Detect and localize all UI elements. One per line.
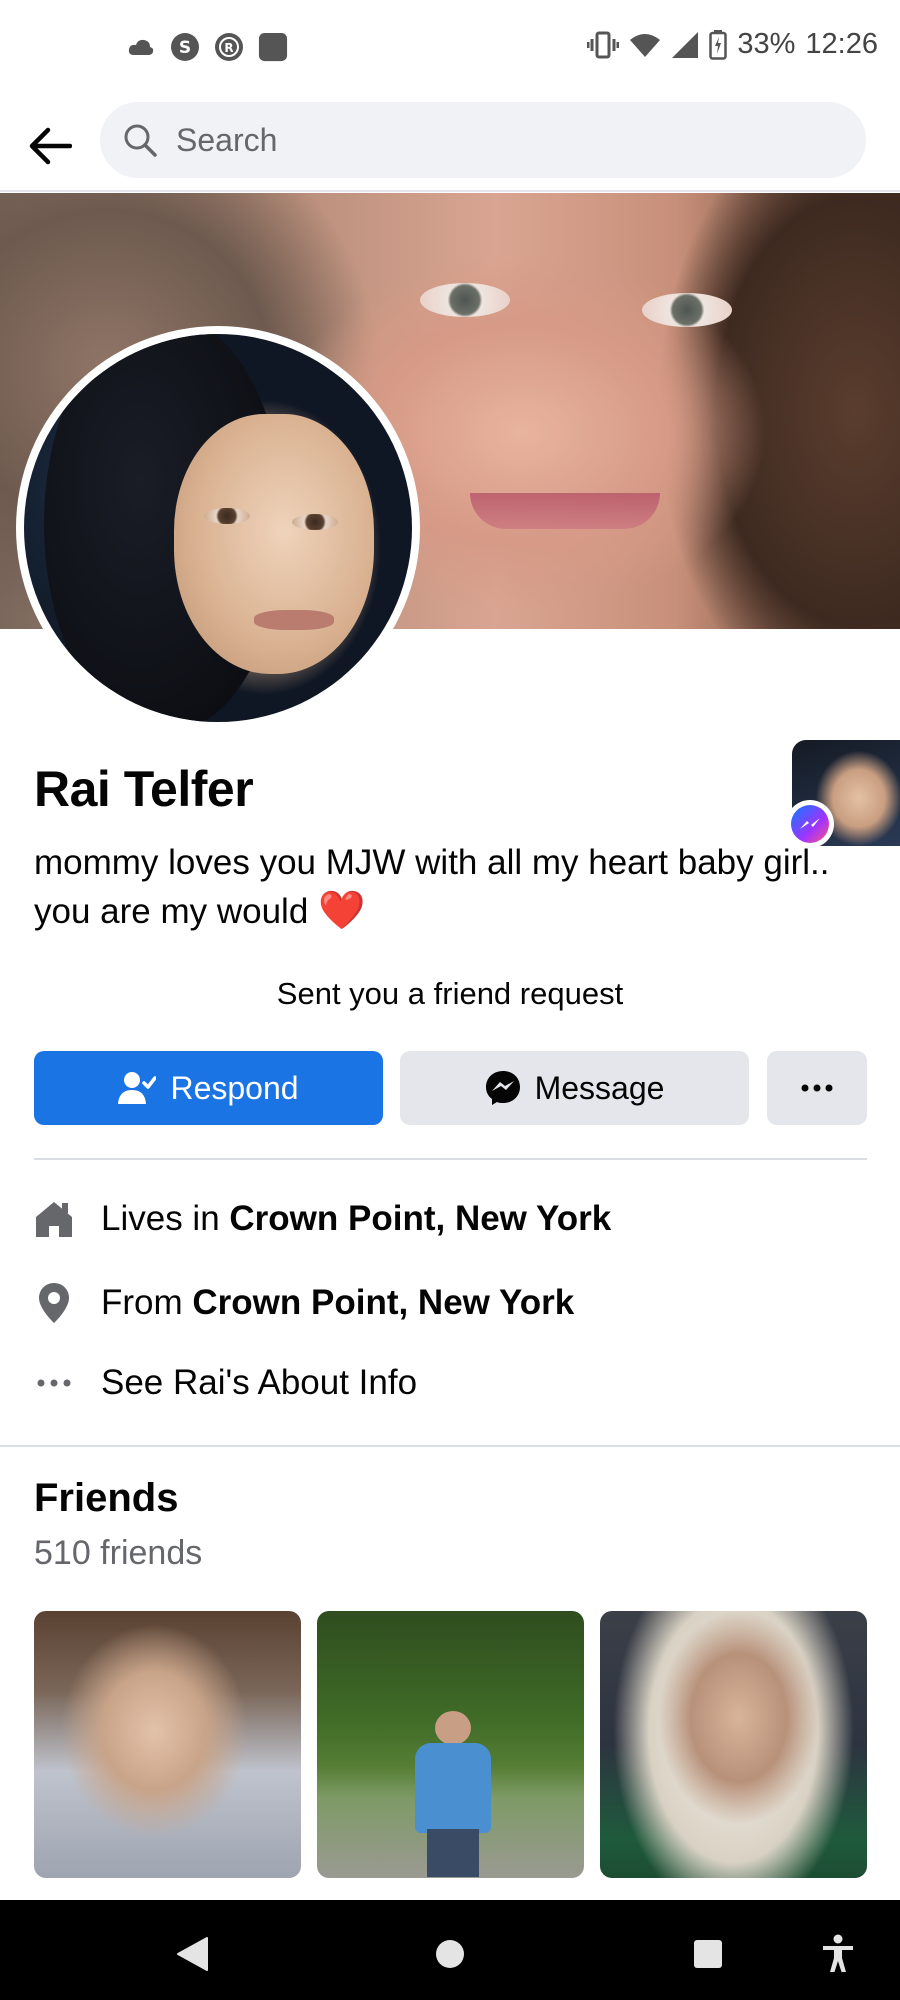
message-button[interactable]: Message (400, 1051, 749, 1125)
s-app-icon: S (170, 32, 200, 62)
divider (34, 1158, 867, 1160)
svg-text:R: R (224, 41, 233, 55)
from-place[interactable]: Crown Point, New York (192, 1283, 574, 1323)
battery-level: 33% (737, 28, 796, 60)
heart-emoji: ❤️ (318, 890, 366, 932)
arrow-left-icon (29, 127, 72, 165)
more-options-button[interactable] (767, 1051, 867, 1125)
lives-in-prefix: Lives in (101, 1199, 220, 1238)
status-bar: S R 33% 12:26 (0, 0, 900, 96)
section-divider (0, 1445, 900, 1447)
respond-label: Respond (170, 1069, 299, 1106)
messenger-icon (485, 1071, 520, 1105)
status-system-icons: 33% 12:26 (587, 28, 878, 61)
nav-recents-button[interactable] (684, 1930, 732, 1978)
search-input[interactable]: Search (100, 102, 866, 178)
avatar-eye-right (292, 514, 338, 530)
back-button[interactable] (20, 116, 80, 176)
system-nav-bar (0, 1900, 900, 2000)
cover-mouth (470, 493, 660, 529)
friend-2-legs (427, 1829, 479, 1877)
bio-text: mommy loves you MJW with all my heart ba… (34, 843, 830, 931)
clock: 12:26 (805, 28, 878, 60)
lives-in-place[interactable]: Crown Point, New York (229, 1199, 611, 1239)
avatar-eye-left (204, 508, 250, 524)
profile-name: Rai Telfer (34, 761, 254, 817)
vibrate-icon (587, 31, 620, 59)
accessibility-button[interactable] (814, 1930, 862, 1978)
person-check-icon (118, 1072, 157, 1104)
avatar-lips (254, 610, 334, 630)
cover-eye-left (420, 283, 510, 317)
friend-2-shirt (415, 1743, 491, 1833)
friends-title: Friends (34, 1476, 179, 1520)
nav-back-button[interactable] (168, 1930, 216, 1978)
search-placeholder: Search (176, 121, 278, 158)
friend-request-note: Sent you a friend request (276, 976, 624, 1011)
search-icon (124, 124, 157, 157)
friend-photo-3[interactable] (600, 1611, 867, 1878)
from-row: From Crown Point, New York (34, 1273, 574, 1333)
wifi-icon (629, 32, 661, 58)
friends-count[interactable]: 510 friends (34, 1534, 202, 1573)
respond-button[interactable]: Respond (34, 1051, 383, 1125)
nav-recents-icon (694, 1940, 722, 1968)
lives-in-row: Lives in Crown Point, New York (34, 1189, 611, 1249)
message-label: Message (534, 1069, 665, 1106)
from-prefix: From (101, 1283, 183, 1322)
status-notification-icons: S R (126, 32, 288, 62)
nav-home-icon (436, 1940, 464, 1968)
cover-eye-right (642, 293, 732, 327)
friend-photo-1[interactable] (34, 1611, 301, 1878)
top-header: Search (0, 96, 900, 192)
nav-back-icon (177, 1937, 208, 1971)
home-icon (34, 1197, 74, 1241)
cloud-icon (126, 32, 156, 62)
see-about-label: See Rai's About Info (101, 1363, 418, 1402)
more-dots-icon (34, 1361, 74, 1405)
nav-home-button[interactable] (426, 1930, 474, 1978)
more-dots-icon (801, 1084, 833, 1092)
friend-2-head (435, 1711, 471, 1745)
svg-text:S: S (179, 38, 191, 58)
r-app-icon: R (214, 32, 244, 62)
profile-picture[interactable] (24, 334, 412, 722)
signal-icon (671, 31, 699, 59)
friend-photo-2[interactable] (317, 1611, 584, 1878)
square-app-icon (258, 32, 288, 62)
location-pin-icon (34, 1281, 74, 1325)
battery-icon (709, 29, 728, 60)
avatar-face (174, 414, 374, 674)
profile-bio: mommy loves you MJW with all my heart ba… (34, 838, 874, 936)
accessibility-icon (823, 1934, 853, 1972)
see-about-row[interactable]: See Rai's About Info (34, 1353, 417, 1413)
